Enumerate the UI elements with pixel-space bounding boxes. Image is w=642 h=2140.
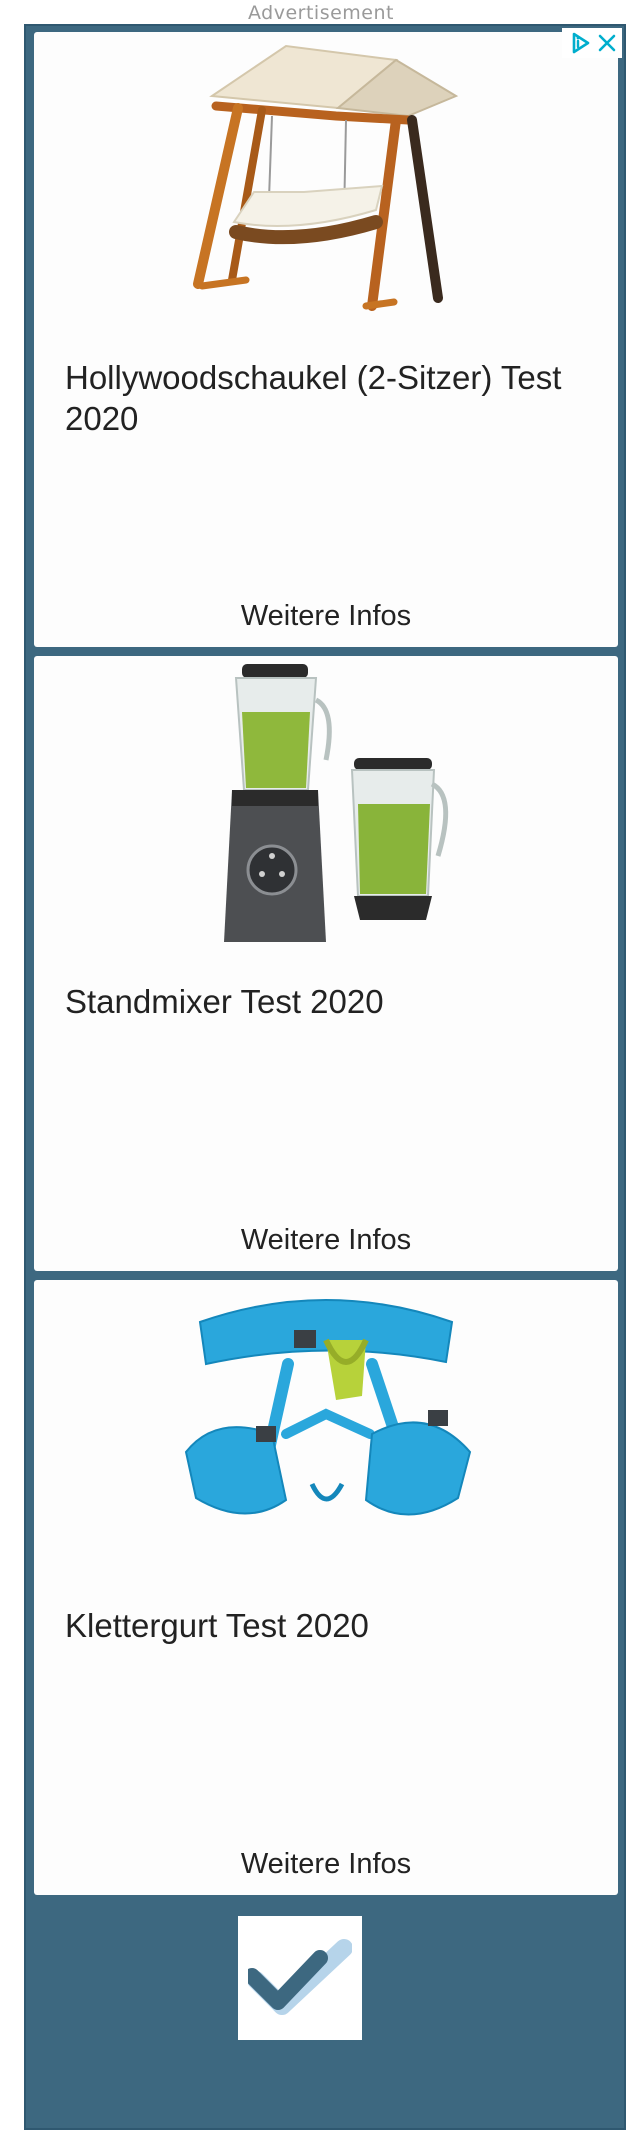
card-title[interactable]: Klettergurt Test 2020 xyxy=(65,1605,595,1646)
more-info-link[interactable]: Weitere Infos xyxy=(34,600,618,633)
ad-card-blender[interactable]: Standmixer Test 2020 Weitere Infos xyxy=(34,656,618,1271)
advertisement-label: Advertisement xyxy=(248,2,394,24)
checkmark-logo-icon xyxy=(244,1936,353,2021)
ad-card-climbing-harness[interactable]: Klettergurt Test 2020 Weitere Infos xyxy=(34,1280,618,1895)
product-image-garden-swing[interactable] xyxy=(176,36,476,332)
ad-choices-bar[interactable] xyxy=(562,28,622,58)
product-image-climbing-harness[interactable] xyxy=(176,1284,476,1580)
more-info-link[interactable]: Weitere Infos xyxy=(34,1224,618,1257)
card-title[interactable]: Standmixer Test 2020 xyxy=(65,981,595,1022)
ad-container: Hollywoodschaukel (2-Sitzer) Test 2020 W… xyxy=(24,24,626,2130)
ad-card-garden-swing[interactable]: Hollywoodschaukel (2-Sitzer) Test 2020 W… xyxy=(34,32,618,647)
product-image-blender[interactable] xyxy=(176,660,476,956)
advertiser-logo[interactable] xyxy=(238,1916,362,2040)
close-icon[interactable] xyxy=(596,32,618,54)
more-info-link[interactable]: Weitere Infos xyxy=(34,1848,618,1881)
card-title[interactable]: Hollywoodschaukel (2-Sitzer) Test 2020 xyxy=(65,357,595,439)
adchoices-icon[interactable] xyxy=(568,31,592,55)
